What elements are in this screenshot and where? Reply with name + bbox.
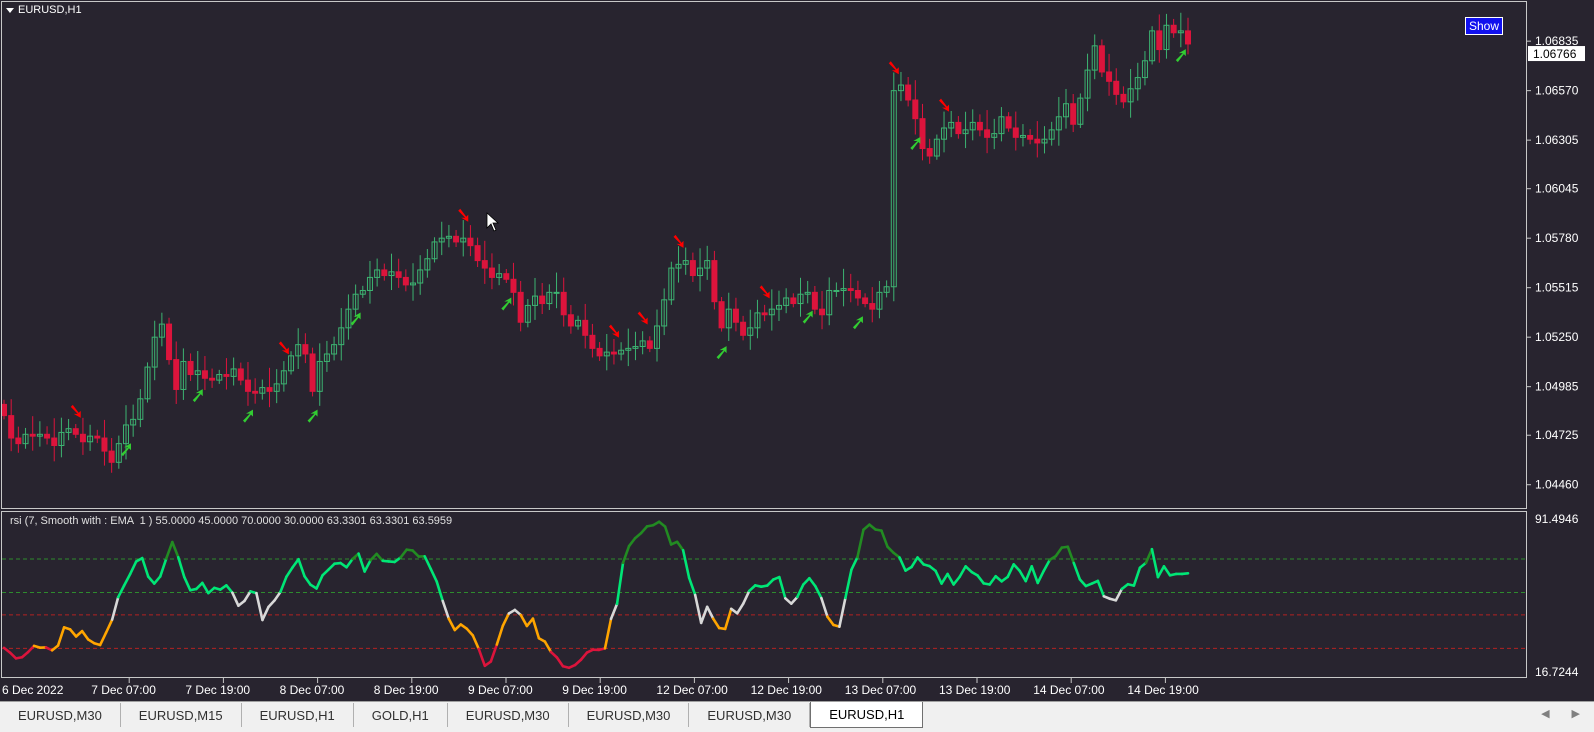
time-tick-label: 8 Dec 07:00	[280, 683, 345, 697]
time-tick-label: 6 Dec 2022	[2, 683, 64, 697]
time-tick-label: 7 Dec 19:00	[185, 683, 250, 697]
price-tick-label: 1.04985	[1535, 380, 1579, 394]
price-tick-label: 1.05780	[1535, 231, 1579, 245]
chart-tab[interactable]: EURUSD,M30	[689, 703, 811, 727]
price-tick-label: 1.06305	[1535, 133, 1579, 147]
price-tick-label: 1.04725	[1535, 428, 1579, 442]
indicator-label: rsi (7, Smooth with : EMA 1 ) 55.0000 45…	[10, 515, 453, 527]
chart-tab[interactable]: EURUSD,M30	[448, 703, 569, 727]
price-tick-label: 1.06570	[1535, 84, 1579, 98]
chart-tab[interactable]: EURUSD,M15	[121, 703, 242, 727]
time-tick-label: 12 Dec 07:00	[656, 683, 728, 697]
chart-tab[interactable]: GOLD,H1	[354, 703, 448, 727]
chart-tab[interactable]: EURUSD,H1	[810, 702, 924, 728]
main-chart-border	[1, 1, 1527, 509]
time-tick-label: 13 Dec 07:00	[845, 683, 917, 697]
tab-scroll-arrows: ◀ ▶	[1541, 707, 1580, 720]
symbol-text: EURUSD,H1	[18, 4, 82, 16]
rsi-tick-label: 16.7244	[1535, 665, 1579, 679]
chart-tab[interactable]: EURUSD,M30	[569, 703, 690, 727]
price-tick-label: 1.04460	[1535, 478, 1579, 492]
time-tick-label: 14 Dec 19:00	[1127, 683, 1199, 697]
time-tick-label: 8 Dec 19:00	[374, 683, 439, 697]
rsi-tick-label: 91.4946	[1535, 512, 1579, 526]
chart-tab[interactable]: EURUSD,M30	[0, 703, 121, 727]
time-tick-label: 7 Dec 07:00	[91, 683, 156, 697]
show-button[interactable]: Show	[1465, 17, 1503, 35]
time-tick-label: 9 Dec 07:00	[468, 683, 533, 697]
current-price-label: 1.06766	[1533, 47, 1577, 61]
time-tick-label: 9 Dec 19:00	[562, 683, 627, 697]
scroll-right-icon[interactable]: ▶	[1572, 707, 1580, 720]
rsi-axis: 91.4946 16.7244	[1535, 512, 1579, 679]
price-tick-label: 1.06045	[1535, 182, 1579, 196]
price-tick-label: 1.05250	[1535, 330, 1579, 344]
price-tick-label: 1.05515	[1535, 281, 1579, 295]
tab-list: EURUSD,M30 EURUSD,M15 EURUSD,H1 GOLD,H1 EURU…	[0, 702, 924, 728]
time-axis: 6 Dec 2022 7 Dec 07:00 7 Dec 19:00 8 Dec 07…	[2, 678, 1199, 697]
time-tick-label: 13 Dec 19:00	[939, 683, 1011, 697]
price-axis: 1.068351.065701.063051.060451.057801.055…	[1526, 34, 1585, 492]
time-tick-label: 14 Dec 07:00	[1033, 683, 1105, 697]
dropdown-triangle-icon[interactable]	[6, 7, 14, 13]
chart-tab-bar: EURUSD,M30 EURUSD,M15 EURUSD,H1 GOLD,H1 EURU…	[0, 701, 1594, 732]
time-tick-label: 12 Dec 19:00	[751, 683, 823, 697]
indicator-panel-border	[1, 511, 1527, 678]
chart-tab[interactable]: EURUSD,H1	[242, 703, 354, 727]
chart-window: 1.06835 1.06570 1.06305 1.06045 1.05780 1.055…	[0, 0, 1594, 701]
chart-symbol-label[interactable]: EURUSD,H1	[6, 4, 82, 16]
scroll-left-icon[interactable]: ◀	[1541, 707, 1549, 720]
